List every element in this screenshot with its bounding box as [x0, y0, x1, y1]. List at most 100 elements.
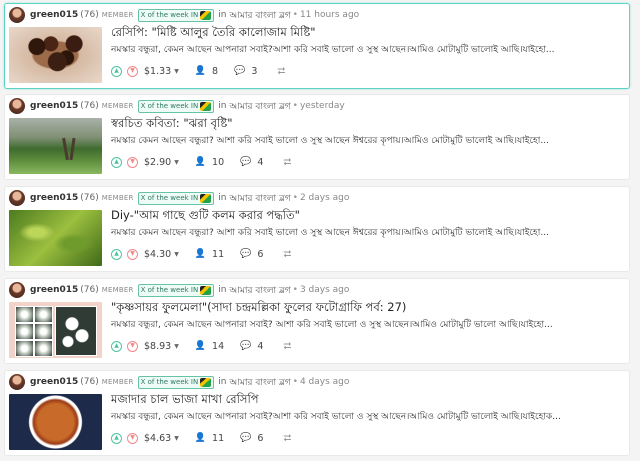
chevron-up-icon[interactable]: ▲ — [111, 432, 122, 444]
chevron-up-icon[interactable]: ▲ — [111, 156, 122, 168]
vote-count[interactable]: 14 — [212, 341, 224, 352]
post-card[interactable]: green015 (76) MEMBER X of the week IN in… — [4, 3, 630, 89]
separator-dot: • — [292, 377, 298, 387]
person-icon: 👤 — [194, 341, 207, 351]
avatar[interactable] — [9, 190, 25, 206]
comment-count[interactable]: 4 — [257, 157, 263, 168]
post-title[interactable]: "কৃষ্ণসায়র ফুলমেলা"(সাদা চন্দ্রমল্লিকা … — [111, 299, 626, 318]
post-summary[interactable]: নমস্কার বন্ধুরা, কেমন আছেন আপনারা সবাই? … — [111, 317, 626, 332]
post-thumbnail[interactable] — [9, 394, 102, 450]
reblog-icon[interactable]: ⮂ — [283, 341, 291, 352]
community-link[interactable]: আমার বাংলা ব্লগ — [229, 375, 290, 390]
caret-down-icon[interactable]: ▼ — [174, 68, 179, 75]
vote-count[interactable]: 11 — [212, 249, 224, 260]
post-summary[interactable]: নমস্কার কেমন আছেন বন্ধুরা? আশা করি সবাই … — [111, 133, 626, 148]
vote-count[interactable]: 11 — [212, 433, 224, 444]
badge-label: X of the week IN — [140, 102, 199, 110]
bird-shape — [69, 137, 76, 161]
community-badge: X of the week IN — [137, 375, 215, 389]
community-badge: X of the week IN — [137, 283, 215, 297]
post-header: green015 (76) MEMBER X of the week IN in… — [9, 7, 359, 23]
chevron-down-icon[interactable]: ▼ — [127, 340, 138, 352]
badge-label: X of the week IN — [140, 286, 199, 294]
post-feed: green015 (76) MEMBER X of the week IN in… — [0, 0, 640, 461]
post-card[interactable]: green015 (76) MEMBER X of the week IN in… — [4, 94, 630, 180]
post-thumbnail[interactable] — [9, 118, 102, 174]
payout-value[interactable]: $1.33 — [144, 66, 171, 77]
role-label: MEMBER — [101, 11, 134, 19]
post-summary[interactable]: নমস্কার বন্ধুরা, কেমন আছেন আপনারা সবাই?আ… — [111, 42, 626, 57]
post-card[interactable]: green015 (76) MEMBER X of the week IN in… — [4, 186, 630, 272]
post-time[interactable]: 3 days ago — [300, 285, 349, 295]
comment-icon: 💬 — [240, 249, 252, 259]
post-title[interactable]: রেসিপি: "মিষ্টি আলুর তৈরি কালোজাম মিষ্টি… — [111, 24, 626, 43]
author-link[interactable]: green015 — [30, 10, 78, 20]
chevron-down-icon[interactable]: ▼ — [127, 248, 138, 260]
photo-tile — [34, 323, 53, 340]
chevron-down-icon[interactable]: ▼ — [127, 65, 138, 77]
author-link[interactable]: green015 — [30, 377, 78, 387]
post-card[interactable]: green015 (76) MEMBER X of the week IN in… — [4, 278, 630, 364]
post-summary[interactable]: নমস্কার বন্ধুরা, কেমন আছেন আপনারা সবাই?আ… — [111, 409, 626, 424]
photo-tile-large — [55, 306, 97, 356]
chevron-up-icon[interactable]: ▲ — [111, 340, 122, 352]
author-link[interactable]: green015 — [30, 285, 78, 295]
avatar[interactable] — [9, 374, 25, 390]
community-link[interactable]: আমার বাংলা ব্লগ — [229, 191, 290, 206]
payout-value[interactable]: $8.93 — [144, 341, 171, 352]
post-footer: ▲ ▼ $4.30 ▼ 👤 11 💬 6 ⮂ — [111, 246, 291, 262]
vote-count[interactable]: 10 — [212, 157, 224, 168]
community-link[interactable]: আমার বাংলা ব্লগ — [229, 283, 290, 298]
comment-count[interactable]: 4 — [257, 341, 263, 352]
comment-count[interactable]: 6 — [257, 433, 263, 444]
caret-down-icon[interactable]: ▼ — [174, 159, 179, 166]
chevron-up-icon[interactable]: ▲ — [111, 248, 122, 260]
avatar[interactable] — [9, 7, 25, 23]
payout-value[interactable]: $4.63 — [144, 433, 171, 444]
post-title[interactable]: স্বরচিত কবিতা: "ঝরা বৃষ্টি" — [111, 115, 626, 134]
comment-icon: 💬 — [240, 433, 252, 443]
post-thumbnail[interactable] — [9, 302, 102, 358]
photo-tile — [34, 340, 53, 357]
post-footer: ▲ ▼ $1.33 ▼ 👤 8 💬 3 ⮂ — [111, 63, 285, 79]
community-link[interactable]: আমার বাংলা ব্লগ — [229, 8, 290, 23]
post-time[interactable]: 11 hours ago — [300, 10, 359, 20]
author-link[interactable]: green015 — [30, 193, 78, 203]
in-label: in — [218, 285, 227, 295]
chevron-down-icon[interactable]: ▼ — [127, 432, 138, 444]
vote-count[interactable]: 8 — [212, 66, 218, 77]
avatar[interactable] — [9, 98, 25, 114]
payout-value[interactable]: $4.30 — [144, 249, 171, 260]
comment-icon: 💬 — [240, 157, 252, 167]
comment-count[interactable]: 6 — [257, 249, 263, 260]
reblog-icon[interactable]: ⮂ — [277, 66, 285, 77]
post-time[interactable]: yesterday — [300, 101, 345, 111]
community-link[interactable]: আমার বাংলা ব্লগ — [229, 99, 290, 114]
post-thumbnail[interactable] — [9, 210, 102, 266]
post-footer: ▲ ▼ $4.63 ▼ 👤 11 💬 6 ⮂ — [111, 430, 291, 446]
payout-value[interactable]: $2.90 — [144, 157, 171, 168]
caret-down-icon[interactable]: ▼ — [174, 251, 179, 258]
reblog-icon[interactable]: ⮂ — [283, 433, 291, 444]
reblog-icon[interactable]: ⮂ — [283, 157, 291, 168]
post-footer: ▲ ▼ $8.93 ▼ 👤 14 💬 4 ⮂ — [111, 338, 291, 354]
post-time[interactable]: 4 days ago — [300, 377, 349, 387]
avatar[interactable] — [9, 282, 25, 298]
separator-dot: • — [292, 193, 298, 203]
post-card[interactable]: green015 (76) MEMBER X of the week IN in… — [4, 370, 630, 456]
post-title[interactable]: Diy-"আম গাছে গুটি কলম করার পদ্ধতি" — [111, 207, 626, 226]
caret-down-icon[interactable]: ▼ — [174, 343, 179, 350]
comment-icon: 💬 — [240, 341, 252, 351]
author-link[interactable]: green015 — [30, 101, 78, 111]
post-summary[interactable]: নমস্কার কেমন আছেন বন্ধুরা? আশা করি সবাই … — [111, 225, 626, 240]
caret-down-icon[interactable]: ▼ — [174, 435, 179, 442]
reblog-icon[interactable]: ⮂ — [283, 249, 291, 260]
post-title[interactable]: মজাদার চাল ভাজা মাখা রেসিপি — [111, 391, 626, 410]
post-thumbnail[interactable] — [9, 27, 102, 83]
post-time[interactable]: 2 days ago — [300, 193, 349, 203]
chevron-down-icon[interactable]: ▼ — [127, 156, 138, 168]
photo-tile — [15, 340, 34, 357]
comment-count[interactable]: 3 — [251, 66, 257, 77]
badge-label: X of the week IN — [140, 194, 199, 202]
chevron-up-icon[interactable]: ▲ — [111, 65, 122, 77]
